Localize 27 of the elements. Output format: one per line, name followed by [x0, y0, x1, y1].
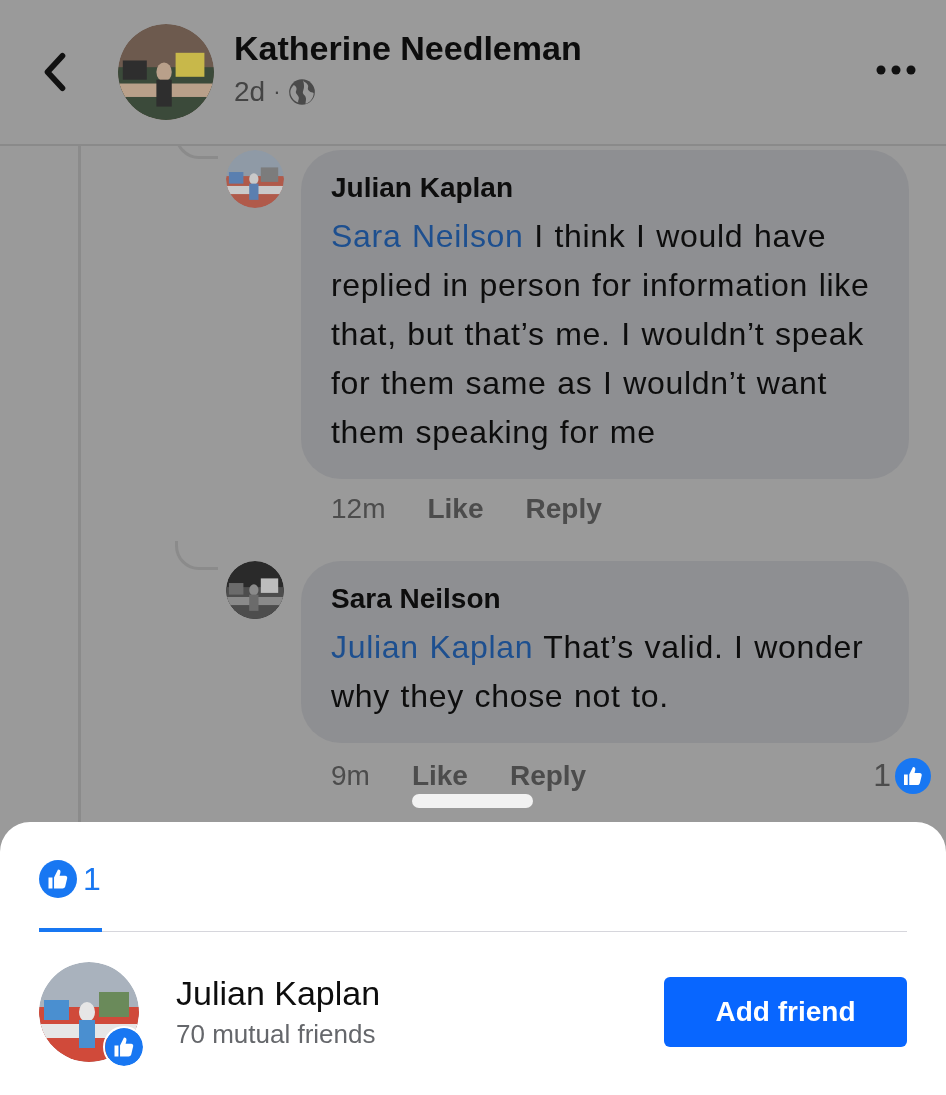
person-name[interactable]: Julian Kaplan	[176, 974, 664, 1013]
post-time: 2d	[234, 75, 266, 108]
mention-link[interactable]: Julian Kaplan	[331, 629, 534, 665]
mutual-friends: 70 mutual friends	[176, 1019, 377, 1050]
add-friend-button[interactable]: Add friend	[664, 977, 907, 1047]
reaction-tab[interactable]: 1	[39, 860, 102, 932]
author-name[interactable]: Katherine Needleman	[234, 28, 876, 68]
commenter-name[interactable]: Sara Neilson	[331, 583, 879, 615]
more-icon[interactable]	[876, 65, 916, 75]
comment-time: 12m	[331, 493, 386, 525]
drag-handle[interactable]	[412, 794, 533, 808]
reply-link[interactable]: Reply	[509, 759, 587, 792]
like-icon	[103, 1026, 145, 1068]
globe-icon	[288, 77, 317, 106]
like-link[interactable]: Like	[411, 759, 468, 792]
like-link[interactable]: Like	[427, 493, 484, 525]
reply-link[interactable]: Reply	[525, 493, 602, 525]
separator-dot: ·	[273, 78, 281, 105]
comment-text: Julian Kaplan That’s valid. I wonder why they chose not to.	[331, 628, 865, 716]
comment-time: 9m	[331, 759, 370, 792]
like-icon	[895, 757, 931, 794]
like-icon	[39, 860, 77, 898]
commenter-name[interactable]: Julian Kaplan	[331, 172, 879, 204]
mention-link[interactable]: Sara Neilson	[331, 218, 524, 254]
comment-text: Sara Neilson I think I would have replied in person for information like that, but that’s me. I wouldn’t speak for them same as I wouldn’t want them speaking for me	[331, 217, 871, 452]
reaction-count: 1	[873, 757, 891, 794]
back-icon[interactable]	[42, 52, 68, 92]
